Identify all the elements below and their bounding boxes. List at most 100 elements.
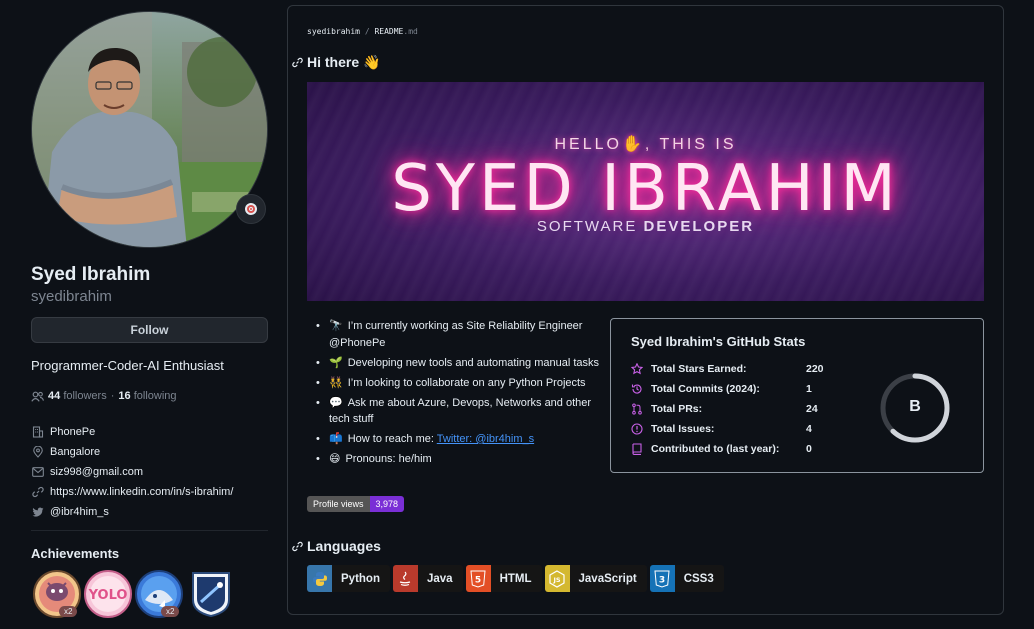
telescope-icon: 🔭 [329, 320, 343, 332]
stat-value: 220 [806, 363, 824, 375]
nodejs-icon: JS [544, 565, 570, 592]
follow-button[interactable]: Follow [31, 317, 268, 343]
achievement-badge-yolo[interactable]: YOLO [84, 570, 132, 618]
repo-icon [631, 443, 643, 455]
dancers-icon: 👯 [329, 376, 343, 389]
achievement-badge-arctic-code-vault[interactable] [187, 570, 235, 618]
language-name: HTML [499, 572, 532, 585]
vcard-email[interactable]: siz998@gmail.com [31, 462, 233, 482]
banner-hello-text: HELLO✋, THIS IS [554, 136, 737, 153]
banner-role-b: DEVELOPER [643, 218, 755, 235]
vcard-location-text: Bangalore [50, 446, 101, 458]
stat-row-prs: Total PRs: 24 [631, 403, 818, 415]
vcard-website-text[interactable]: https://www.linkedin.com/in/s-ibrahim/ [50, 486, 233, 498]
twitter-icon [31, 506, 44, 519]
breadcrumb-file[interactable]: README [374, 27, 403, 36]
yolo-badge-text: YOLO [88, 588, 128, 603]
anchor-link-icon[interactable] [292, 57, 303, 68]
readme-bullet-list: 🔭I’m currently working as Site Reliabili… [313, 318, 603, 471]
vcard-details: PhonePe Bangalore siz998@gmail.com https… [31, 422, 233, 522]
java-icon [392, 565, 418, 592]
python-icon [307, 565, 332, 592]
vcard-email-text[interactable]: siz998@gmail.com [50, 466, 143, 478]
rank-letter: B [909, 398, 921, 415]
profile-views-badge: Profile views 3,978 [307, 496, 405, 512]
achievement-count: x2 [59, 606, 78, 617]
following-count: 16 [118, 390, 131, 402]
breadcrumb-separator: / [364, 27, 370, 36]
stat-value: 24 [806, 403, 818, 415]
profile-views-value: 3,978 [369, 496, 405, 512]
breadcrumb-extension: .md [403, 27, 418, 36]
anchor-link-icon[interactable] [292, 541, 303, 552]
stat-row-stars: Total Stars Earned: 220 [631, 363, 824, 375]
smile-icon: 😄 [329, 453, 341, 465]
speech-balloon-icon: 💬 [329, 396, 343, 409]
followers-link[interactable]: 44 followers [48, 390, 107, 402]
profile-bio: Programmer-Coder-AI Enthusiast [31, 358, 224, 373]
list-item: 🌱 Developing new tools and automating man… [313, 355, 603, 372]
profile-name: Syed Ibrahim [31, 264, 151, 285]
stat-label: Total Stars Earned: [651, 363, 747, 375]
stat-row-issues: Total Issues: 4 [631, 423, 812, 435]
achievements-title: Achievements [31, 546, 120, 561]
stat-value: 4 [806, 423, 812, 435]
readme-heading-languages-text: Languages [307, 538, 381, 554]
language-badge-python: Python [307, 565, 390, 592]
people-icon [31, 391, 44, 402]
stat-row-contributed: Contributed to (last year): 0 [631, 443, 812, 455]
list-item-text: Ask me about Azure, Devops, Networks and… [329, 396, 592, 426]
banner-role-text: SOFTWARE DEVELOPER [307, 218, 984, 235]
followers-count: 44 [48, 390, 61, 402]
status-emoji-icon[interactable] [236, 194, 266, 224]
language-name: Python [341, 572, 380, 585]
readme-heading-languages: Languages [292, 538, 381, 554]
stat-label: Total PRs: [651, 403, 703, 415]
language-badge-css3: 3 CSS3 [649, 565, 724, 592]
list-item-text: I’m currently working as Site Reliabilit… [329, 320, 583, 349]
vcard-website[interactable]: https://www.linkedin.com/in/s-ibrahim/ [31, 482, 233, 502]
vcard-twitter[interactable]: @ibr4him_s [31, 502, 233, 522]
link-icon [31, 486, 44, 499]
breadcrumb-user[interactable]: syedibrahim [307, 27, 360, 36]
html5-icon: 5 [465, 565, 491, 592]
star-icon [631, 363, 643, 375]
stat-label: Total Issues: [651, 423, 715, 435]
language-badges: Python Java 5 HTML JS JavaScript 3 CSS3 [307, 565, 724, 592]
readme-heading-hi: Hi there 👋 [292, 54, 380, 71]
stat-row-commits: Total Commits (2024): 1 [631, 383, 812, 395]
css3-icon: 3 [649, 565, 675, 592]
language-name: JavaScript [578, 572, 637, 585]
language-name: Java [426, 572, 453, 585]
twitter-link[interactable]: Twitter: @ibr4him_s [437, 433, 534, 445]
list-item: 💬Ask me about Azure, Devops, Networks an… [313, 395, 603, 428]
location-icon [31, 446, 44, 459]
followers-label: followers [63, 390, 107, 402]
stat-value: 0 [806, 443, 812, 455]
breadcrumb: syedibrahim / README.md [307, 27, 418, 36]
following-link[interactable]: 16 following [118, 390, 176, 402]
svg-text:3: 3 [659, 575, 665, 585]
language-badge-javascript: JS JavaScript [544, 565, 647, 592]
organization-icon [31, 426, 44, 439]
stat-value: 1 [806, 383, 812, 395]
vcard-twitter-text[interactable]: @ibr4him_s [50, 506, 109, 518]
mailbox-icon: 📫 [329, 433, 343, 445]
banner-role-a: SOFTWARE [536, 218, 644, 235]
vcard-organization-text: PhonePe [50, 426, 96, 438]
follow-separator: · [110, 390, 115, 402]
list-item-text: Pronouns: he/him [345, 453, 432, 465]
list-item: 😄 Pronouns: he/him [313, 451, 603, 468]
readme-heading-hi-text: Hi there 👋 [307, 54, 381, 70]
avatar[interactable] [31, 11, 268, 248]
list-item: 📫 How to reach me: Twitter: @ibr4him_s [313, 431, 603, 448]
list-item: 👯 I’m looking to collaborate on any Pytho… [313, 375, 603, 392]
language-name: CSS3 [683, 572, 714, 585]
achievement-count: x2 [161, 606, 180, 617]
profile-login: syedibrahim [31, 288, 112, 305]
profile-views-label: Profile views [307, 496, 370, 512]
language-badge-java: Java [392, 565, 463, 592]
svg-text:5: 5 [475, 575, 481, 585]
svg-text:JS: JS [552, 576, 560, 584]
stats-title: Syed Ibrahim's GitHub Stats [631, 334, 806, 349]
